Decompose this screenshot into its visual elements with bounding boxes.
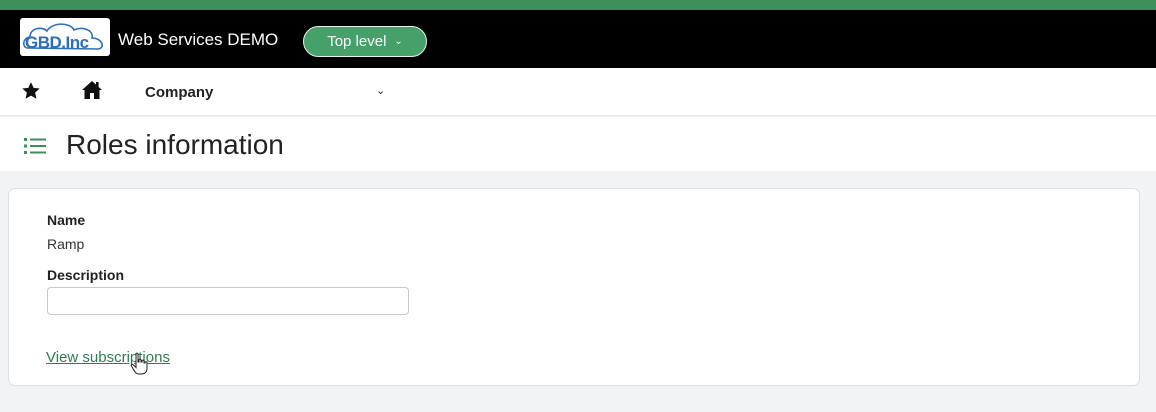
page-header: Roles information — [0, 117, 1156, 171]
list-icon[interactable] — [24, 137, 46, 155]
chevron-down-icon: ⌄ — [394, 36, 403, 47]
hand-cursor-icon — [130, 352, 148, 375]
star-icon[interactable] — [20, 80, 42, 102]
company-menu[interactable]: Company — [145, 84, 213, 101]
navigation-bar: Company ⌄ — [0, 68, 1156, 116]
home-icon[interactable] — [80, 78, 104, 102]
description-input[interactable] — [47, 287, 409, 315]
company-logo[interactable]: GBD.Inc — [20, 18, 110, 56]
app-header: GBD.Inc Web Services DEMO Top level ⌄ — [0, 10, 1156, 68]
name-label: Name — [47, 212, 86, 228]
logo-text: GBD.Inc — [25, 33, 89, 52]
level-selector-label: Top level — [327, 33, 387, 50]
view-subscriptions-link[interactable]: View subscriptions — [46, 349, 170, 366]
level-selector-button[interactable]: Top level ⌄ — [303, 26, 427, 57]
role-info-card: Name Ramp Description View subscriptions — [8, 188, 1140, 386]
description-label: Description — [47, 267, 125, 283]
top-accent-bar — [0, 0, 1156, 10]
chevron-down-icon[interactable]: ⌄ — [376, 84, 385, 97]
name-value: Ramp — [47, 236, 85, 252]
page-title: Roles information — [66, 129, 284, 160]
app-title: Web Services DEMO — [118, 30, 279, 49]
